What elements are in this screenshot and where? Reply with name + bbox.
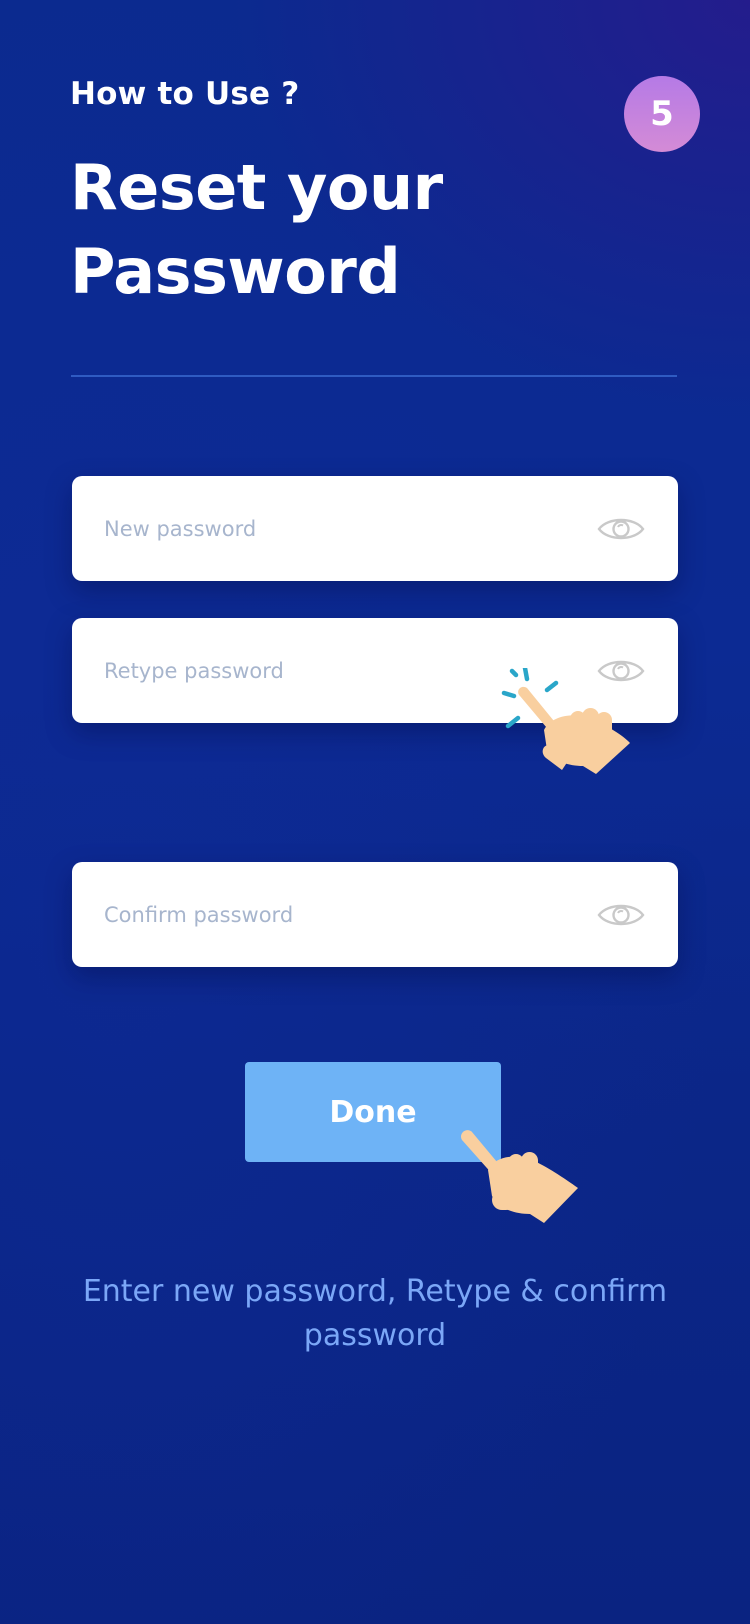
header-divider — [71, 375, 677, 377]
new-password-input[interactable] — [102, 515, 546, 542]
tap-hand-icon — [501, 668, 630, 774]
how-to-use-heading: How to Use ? — [70, 76, 300, 112]
eye-icon[interactable] — [597, 514, 645, 544]
pointing-hand-icon — [461, 1130, 578, 1223]
new-password-field[interactable] — [72, 476, 678, 581]
instruction-text: Enter new password, Retype & confirm pas… — [82, 1274, 668, 1353]
step-badge: 5 — [624, 76, 700, 152]
retype-password-input[interactable] — [102, 657, 546, 684]
confirm-password-field[interactable] — [72, 862, 678, 967]
step-number: 5 — [650, 94, 674, 134]
tutorial-screen: How to Use ? 5 Reset your Password Done … — [0, 0, 750, 1624]
confirm-password-input[interactable] — [102, 901, 546, 928]
eye-icon[interactable] — [597, 900, 645, 930]
page-title: Reset your Password — [70, 151, 443, 308]
